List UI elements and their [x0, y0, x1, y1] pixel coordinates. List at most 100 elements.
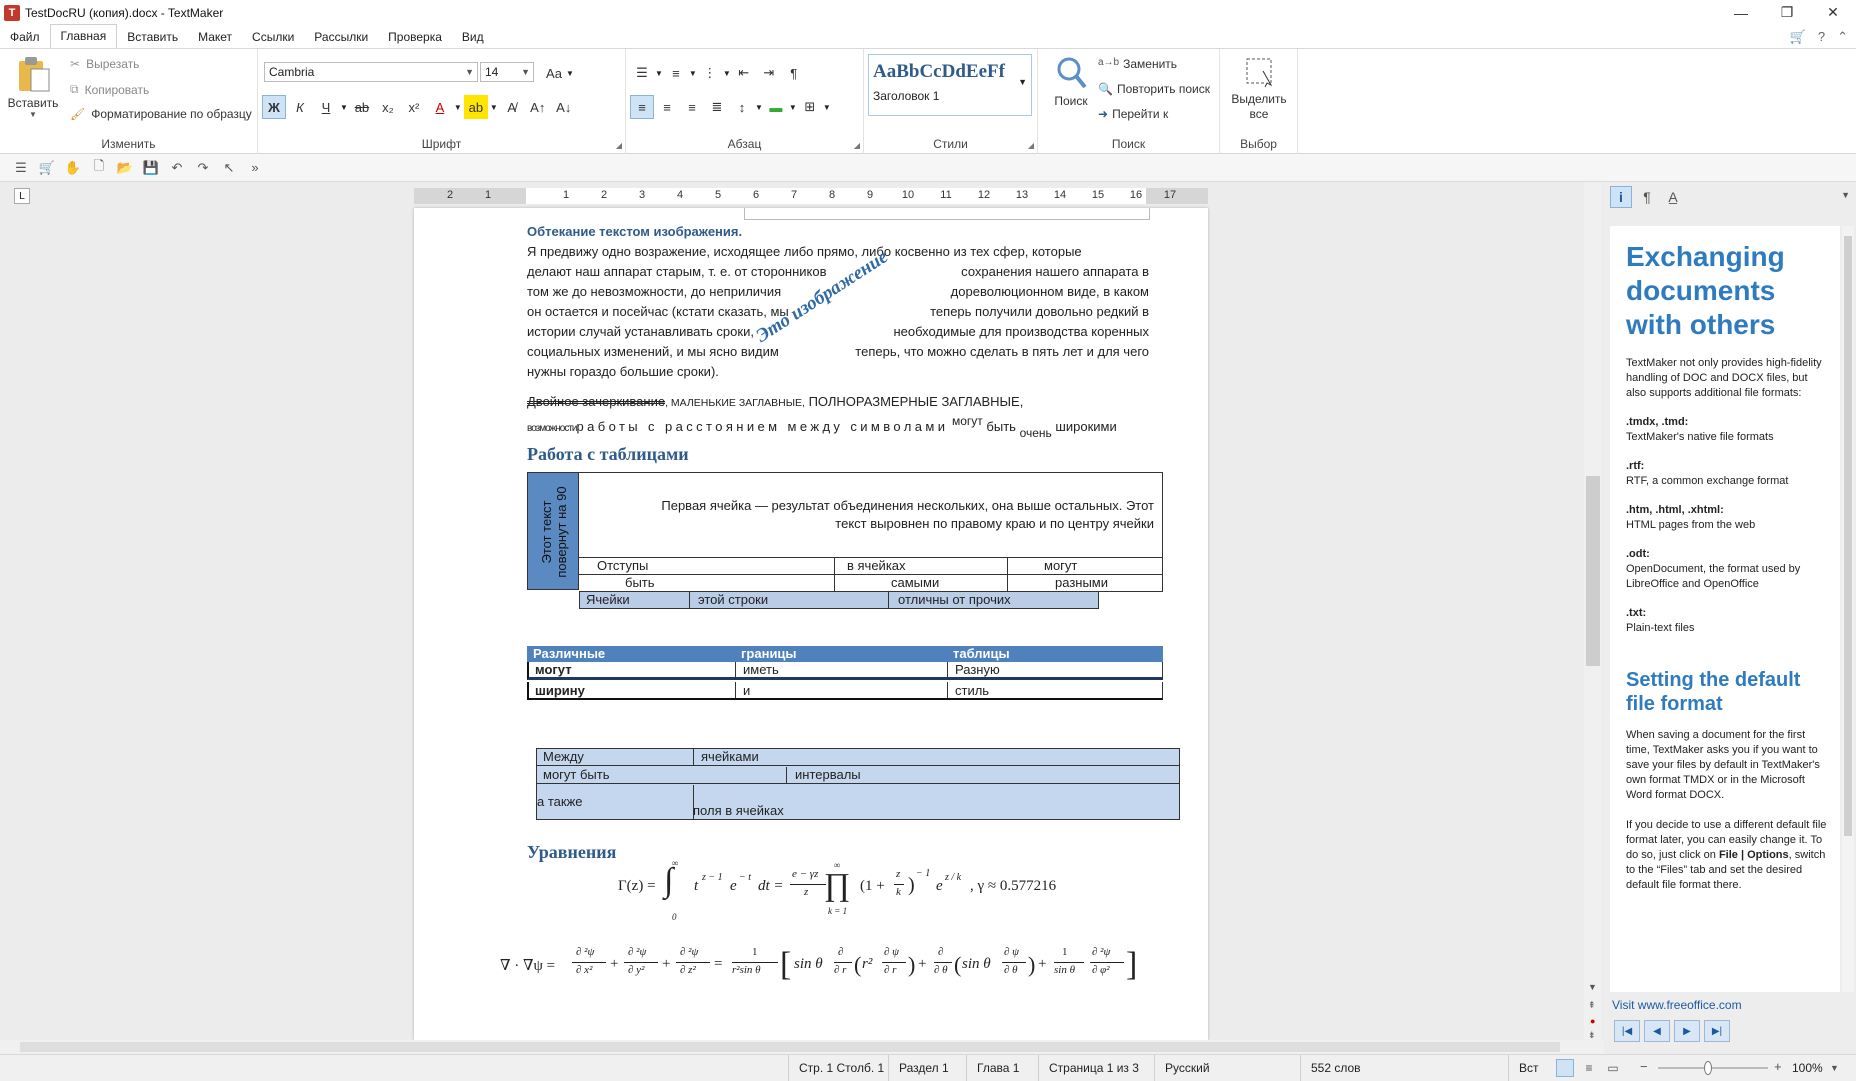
browse-object-icon[interactable]: ●: [1590, 1016, 1595, 1026]
grow-font-icon[interactable]: A↑: [526, 95, 550, 119]
zoom-level[interactable]: 100%: [1792, 1055, 1823, 1081]
menu-file[interactable]: Файл: [0, 26, 50, 48]
close-button[interactable]: ✕: [1810, 0, 1856, 25]
first-page-icon[interactable]: |◀: [1614, 1020, 1640, 1042]
prev-page-icon[interactable]: ◀: [1644, 1020, 1670, 1042]
dialog-launcher-icon[interactable]: ◢: [1028, 141, 1034, 150]
status-mode[interactable]: Вст: [1508, 1055, 1558, 1081]
continuous-view-icon[interactable]: ▭: [1604, 1059, 1622, 1077]
document-page[interactable]: Обтекание текстом изображения. Я предвиж…: [414, 208, 1208, 1040]
last-page-icon[interactable]: ▶|: [1704, 1020, 1730, 1042]
status-language[interactable]: Русский: [1154, 1055, 1294, 1081]
align-left-icon[interactable]: ≡: [630, 95, 654, 119]
cut-button[interactable]: ✂ Вырезать: [70, 57, 139, 71]
zoom-slider[interactable]: [1658, 1061, 1768, 1075]
menu-icon[interactable]: ☰: [8, 156, 34, 180]
repeat-search-button[interactable]: 🔍 Повторить поиск: [1098, 82, 1210, 96]
goto-button[interactable]: ➜ Перейти к: [1098, 107, 1168, 121]
hand-icon[interactable]: ✋: [60, 156, 86, 180]
menu-insert[interactable]: Вставить: [117, 26, 188, 48]
subscript-icon[interactable]: x₂: [376, 95, 400, 119]
select-all-button[interactable]: Выделить все: [1228, 55, 1290, 122]
table-cell-merged[interactable]: Первая ячейка — результат объединения не…: [579, 472, 1163, 558]
style-icon[interactable]: A̲: [1662, 186, 1684, 208]
underline-button[interactable]: Ч: [314, 95, 338, 119]
increase-indent-icon[interactable]: ⇥: [757, 61, 781, 85]
numbering-icon[interactable]: ≡: [664, 61, 688, 85]
save-icon[interactable]: 💾: [138, 156, 164, 180]
format-painter-button[interactable]: 🖌 Форматирование по образцу: [70, 107, 252, 121]
table-cell-rotated[interactable]: Этот текст повернут на 90: [527, 472, 579, 590]
chevron-down-icon[interactable]: ▼: [1841, 190, 1850, 200]
find-button[interactable]: Поиск: [1046, 55, 1096, 108]
replace-button[interactable]: a→b Заменить: [1098, 57, 1177, 71]
outline-view-icon[interactable]: ≡: [1580, 1059, 1598, 1077]
table-spacing[interactable]: Между ячейками могут быть интервалы а та…: [536, 748, 1180, 820]
document-area[interactable]: L 2 1 1 2 3 4 5 6 7 8 9 10 11 12 13 14 1…: [0, 182, 1604, 1040]
restore-button[interactable]: ❐: [1764, 0, 1810, 25]
borders-icon[interactable]: ⊞: [798, 95, 822, 119]
table-borders[interactable]: Различные границы таблицы могут иметь Ра…: [527, 646, 1163, 700]
cart-icon[interactable]: 🛒: [34, 156, 60, 180]
previous-page-icon[interactable]: ⇞: [1588, 1000, 1596, 1011]
zoom-out-icon[interactable]: −: [1640, 1059, 1648, 1074]
menu-layout[interactable]: Макет: [188, 26, 242, 48]
redo-icon[interactable]: ↷: [190, 156, 216, 180]
minimize-button[interactable]: —: [1718, 0, 1764, 25]
line-spacing-icon[interactable]: ↕: [730, 95, 754, 119]
align-center-icon[interactable]: ≡: [655, 95, 679, 119]
shading-icon[interactable]: ▬: [764, 95, 788, 119]
chevron-down-icon[interactable]: ▼: [1018, 77, 1027, 87]
menu-view[interactable]: Вид: [452, 26, 494, 48]
copy-button[interactable]: ⧉ Копировать: [70, 82, 149, 97]
menu-mailings[interactable]: Рассылки: [304, 26, 378, 48]
new-document-icon[interactable]: 🗋: [86, 156, 112, 180]
table-merged[interactable]: Этот текст повернут на 90 Первая ячейка …: [527, 472, 1163, 592]
multilevel-list-icon[interactable]: ⋮: [698, 61, 722, 85]
font-color-icon[interactable]: A: [428, 95, 452, 119]
pilcrow-icon[interactable]: ¶: [782, 61, 806, 85]
scroll-thumb[interactable]: [1586, 476, 1600, 666]
clear-format-icon[interactable]: A̸: [500, 95, 524, 119]
font-size-combo[interactable]: 14 ▼: [480, 62, 534, 82]
zoom-in-icon[interactable]: +: [1774, 1059, 1782, 1074]
style-gallery[interactable]: AaBbCcDdEeFf Заголовок 1 ▼: [868, 54, 1032, 116]
italic-button[interactable]: К: [288, 95, 312, 119]
horizontal-scrollbar[interactable]: [0, 1040, 1584, 1054]
horizontal-ruler[interactable]: 2 1 1 2 3 4 5 6 7 8 9 10 11 12 13 14 15 …: [414, 188, 1208, 204]
vertical-scrollbar[interactable]: ▼ ⇞ ● ⇟: [1584, 182, 1602, 1040]
open-folder-icon[interactable]: 📂: [112, 156, 138, 180]
change-case-icon[interactable]: Aa: [542, 61, 566, 85]
pilcrow-icon[interactable]: ¶: [1636, 186, 1658, 208]
shrink-font-icon[interactable]: A↓: [552, 95, 576, 119]
align-right-icon[interactable]: ≡: [680, 95, 704, 119]
dialog-launcher-icon[interactable]: ◢: [854, 141, 860, 150]
font-name-combo[interactable]: Cambria ▼: [264, 62, 478, 82]
superscript-icon[interactable]: x²: [402, 95, 426, 119]
next-page-icon[interactable]: ▶: [1674, 1020, 1700, 1042]
scroll-thumb[interactable]: [20, 1042, 1560, 1052]
next-page-icon[interactable]: ⇟: [1588, 1030, 1596, 1041]
arrow-down-icon[interactable]: ▼: [1588, 982, 1597, 992]
pointer-icon[interactable]: ↖: [216, 156, 242, 180]
paste-button[interactable]: Вставить ▼: [6, 55, 60, 119]
strikethrough-icon[interactable]: ab: [350, 95, 374, 119]
panel-scrollbar[interactable]: [1842, 226, 1854, 992]
menu-home[interactable]: Главная: [49, 24, 118, 48]
help-icon[interactable]: ?: [1818, 29, 1825, 45]
ribbon-collapse-icon[interactable]: ⌃: [1837, 29, 1848, 45]
bold-button[interactable]: Ж: [262, 95, 286, 119]
dialog-launcher-icon[interactable]: ◢: [616, 141, 622, 150]
menu-review[interactable]: Проверка: [378, 26, 452, 48]
more-icon[interactable]: »: [242, 156, 268, 180]
cart-icon[interactable]: 🛒: [1790, 29, 1806, 45]
undo-icon[interactable]: ↶: [164, 156, 190, 180]
bullets-icon[interactable]: ☰: [630, 61, 654, 85]
website-link[interactable]: Visit www.freeoffice.com: [1612, 998, 1742, 1012]
decrease-indent-icon[interactable]: ⇤: [732, 61, 756, 85]
menu-references[interactable]: Ссылки: [242, 26, 304, 48]
justify-icon[interactable]: ≣: [705, 95, 729, 119]
chevron-down-icon[interactable]: ▼: [1830, 1055, 1839, 1081]
tab-stop-selector[interactable]: L: [14, 188, 30, 204]
page-view-icon[interactable]: [1556, 1059, 1574, 1077]
